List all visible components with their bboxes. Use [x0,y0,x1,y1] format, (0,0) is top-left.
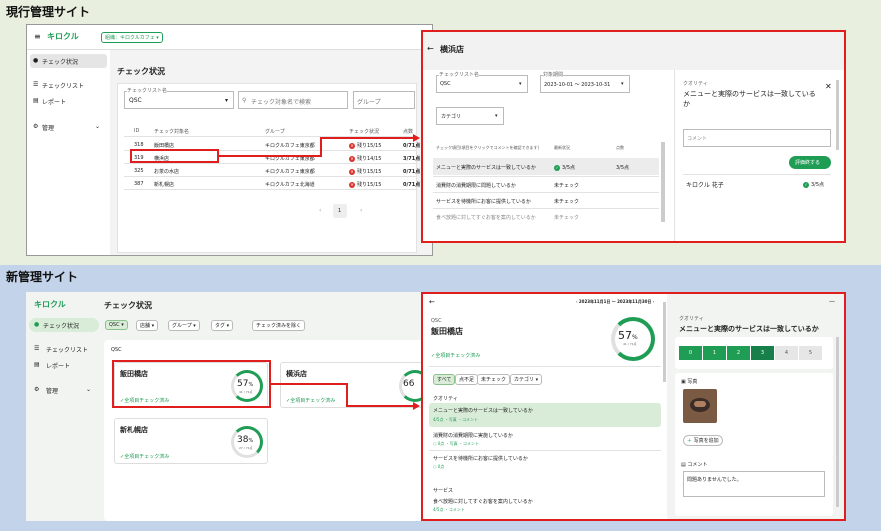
search-placeholder: チェック対象名で検索 [251,99,312,106]
list-icon: ☰ [33,81,39,88]
cross-icon: ✕ [349,155,355,162]
group-placeholder: グループ [357,99,381,106]
cross-icon: ✕ [349,168,355,175]
arrow-head [413,402,420,410]
row-status: ✕ 残り15/15 [349,168,382,175]
filter-tag[interactable]: タグ ▾ [211,320,234,331]
row-name[interactable]: 新札幌店 [154,181,174,188]
card-percent: 66 [403,379,415,389]
sidebar-item-checklist[interactable]: チェックリスト [46,345,88,354]
current-site-title: 現行管理サイト [6,5,91,19]
dropdown-arrow-icon: ▾ [225,97,229,104]
arrow-head [413,134,420,142]
filter-store[interactable]: 店舗 ▾ [136,320,159,331]
cross-icon: ✕ [349,181,355,188]
sidebar-item-admin[interactable]: 管理 [42,123,54,132]
row-score: 0/71点 [403,143,421,149]
page-title: チェック状況 [104,301,152,310]
column-header-score: 点数 [403,129,414,135]
store-card-note: ✓全項目チェック済み [120,454,170,460]
row-status: ✕ 残り15/15 [349,142,382,149]
sidebar-item-label: チェック状況 [42,59,79,66]
old-main-screenshot: ≡ キロクル 組織：キロクルカフェ ▾ ● チェック状況 ☰ チェックリスト ▤… [26,24,433,256]
column-header-id: ID [134,128,140,134]
column-header-name: チェック対象名 [154,129,190,135]
page-title: チェック状況 [117,67,165,76]
row-id: 387 [134,181,144,187]
row-status: ✕ 残り14/15 [349,155,382,162]
arrow [320,137,414,139]
checklist-select-label: チェックリスト名 [127,87,168,94]
document-icon: ▤ [33,97,39,104]
arrow [346,383,348,407]
sidebar-item-admin[interactable]: 管理 [46,386,58,395]
menu-icon[interactable]: ≡ [34,32,41,41]
row-score: 0/71点 [403,169,421,175]
row-name[interactable]: お茶の水店 [154,168,179,175]
row-name[interactable]: 飯田橋店 [154,142,174,149]
filter-group[interactable]: グループ ▾ [168,320,200,331]
row-score: 3/71点 [403,156,421,162]
highlight-new-detail [421,292,846,521]
kirokuru-logo: キロクル [47,32,79,41]
card-fraction: 27 / 71点 [239,446,253,450]
sidebar-item-label: チェック状況 [43,323,80,330]
arrow [271,383,348,385]
new-site-title: 新管理サイト [6,270,79,284]
checklist-select-value: QSC [129,97,142,104]
highlight-iidabashi-card [112,360,271,408]
column-header-group: グループ [265,129,285,135]
store-card-name: 新札幌店 [120,426,148,434]
arrow [320,137,322,157]
page-number: 1 [338,208,342,214]
search-icon: ⚲ [242,97,247,104]
chevron-down-icon[interactable]: ⌄ [86,386,91,393]
row-group: キロクルカフェ東京都 [265,143,315,149]
sidebar-item-report[interactable]: レポート [42,97,66,106]
gear-icon: ⚙ [34,386,40,393]
highlight-yokohama-row [130,149,219,163]
arrow [219,155,322,157]
gear-icon: ⚙ [33,123,39,130]
check-circle-icon: ● [34,321,40,328]
sidebar-item-report[interactable]: レポート [46,361,70,370]
list-icon: ☰ [34,345,40,352]
filter-qsc[interactable]: QSC ▾ [105,320,128,330]
cross-icon: ✕ [349,142,355,149]
row-id: 325 [134,168,144,174]
chevron-down-icon[interactable]: ⌄ [95,123,100,130]
filter-exclude-checked[interactable]: チェック済みを除く [252,320,306,331]
card-percent: 38% [237,435,254,445]
sidebar-item-checklist[interactable]: チェックリスト [42,81,84,90]
prev-page-icon[interactable]: ‹ [319,207,321,214]
row-status: ✕ 残り15/15 [349,181,382,188]
column-header-status: チェック状況 [349,129,380,135]
store-selector[interactable]: 組織：キロクルカフェ ▾ [101,32,163,43]
next-page-icon[interactable]: › [360,207,362,214]
store-card-name: 横浜店 [286,370,307,378]
check-circle-icon: ● [33,57,39,64]
section-label: QSC [111,347,122,353]
highlight-old-detail [421,30,846,243]
kirokuru-logo: キロクル [34,300,66,309]
row-group: キロクルカフェ東京都 [265,169,315,175]
row-group: キロクルカフェ北海道 [265,182,315,188]
arrow [346,405,414,407]
row-id: 318 [134,142,144,148]
store-card-note: ✓全項目チェック済み [286,398,336,404]
document-icon: ▤ [34,361,40,368]
row-score: 0/71点 [403,182,421,188]
